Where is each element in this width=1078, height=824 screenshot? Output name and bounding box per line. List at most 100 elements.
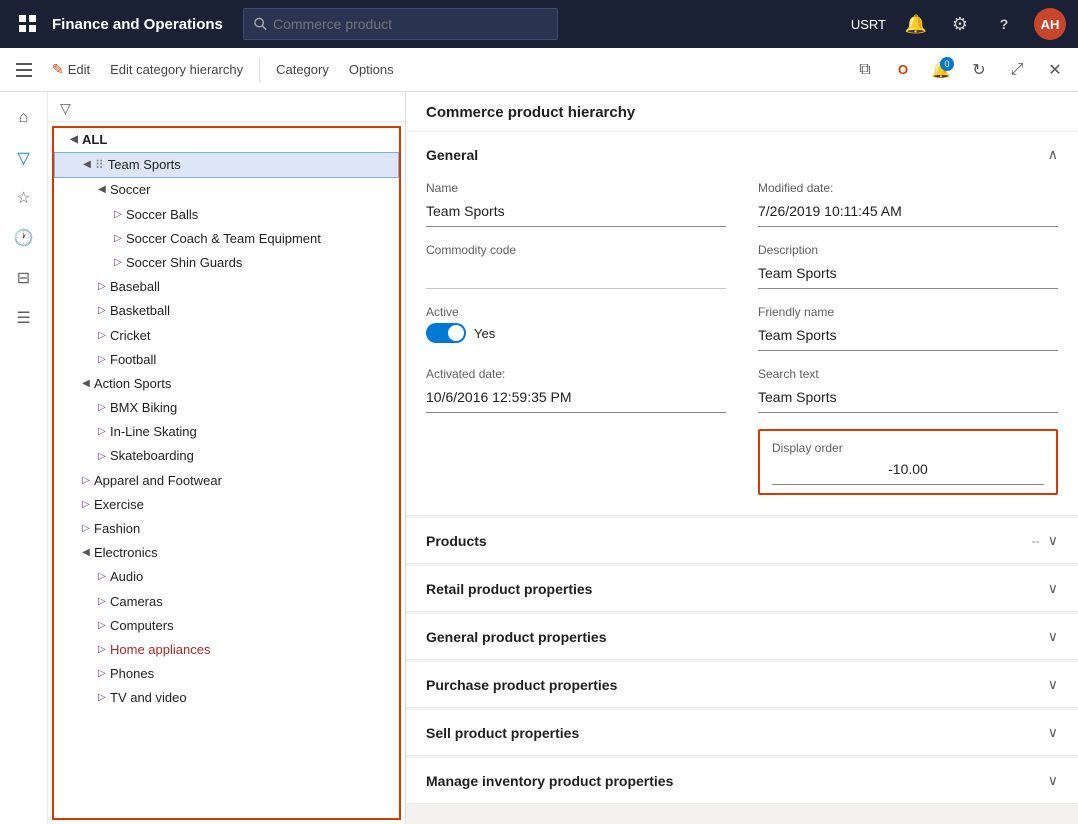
app-grid-icon[interactable] xyxy=(12,8,44,40)
phones-icon[interactable]: ▷ xyxy=(94,666,110,682)
skateboarding-icon[interactable]: ▷ xyxy=(94,449,110,465)
exercise-icon[interactable]: ▷ xyxy=(78,497,94,513)
tree-item-cricket[interactable]: ▷ Cricket xyxy=(54,324,399,348)
soccer-collapse-icon[interactable]: ◀ xyxy=(94,182,110,198)
all-collapse-icon[interactable]: ◀ xyxy=(66,132,82,148)
activated-date-field: Activated date: 10/6/2016 12:59:35 PM xyxy=(426,367,726,413)
retail-accordion-header[interactable]: Retail product properties ∨ xyxy=(406,566,1078,611)
friendly-name-field: Friendly name Team Sports xyxy=(758,305,1058,351)
sidebar-star-icon[interactable]: ☆ xyxy=(6,180,42,216)
general-accordion-header[interactable]: General ∧ xyxy=(406,132,1078,177)
tree-item-soccer-coach[interactable]: ▷ Soccer Coach & Team Equipment xyxy=(54,227,399,251)
tree-filter-icon[interactable]: ▽ xyxy=(60,100,71,117)
close-icon[interactable]: ✕ xyxy=(1040,55,1070,85)
office-icon[interactable]: O xyxy=(888,55,918,85)
tree-item-baseball[interactable]: ▷ Baseball xyxy=(54,275,399,299)
notification-icon[interactable]: 🔔 0 xyxy=(926,55,956,85)
sidebar-filter-icon[interactable]: ▽ xyxy=(6,140,42,176)
tree-item-audio[interactable]: ▷ Audio xyxy=(54,565,399,589)
sidebar-list-icon[interactable]: ☰ xyxy=(6,300,42,336)
action-sports-collapse-icon[interactable]: ◀ xyxy=(78,376,94,392)
refresh-icon[interactable]: ↻ xyxy=(964,55,994,85)
purchase-section-title: Purchase product properties xyxy=(426,677,1048,693)
tree-item-phones[interactable]: ▷ Phones xyxy=(54,662,399,686)
detail-panel: Commerce product hierarchy General ∧ Nam… xyxy=(406,92,1078,824)
bell-icon[interactable]: 🔔 xyxy=(902,10,930,38)
tv-video-icon[interactable]: ▷ xyxy=(94,690,110,706)
friendly-name-value[interactable]: Team Sports xyxy=(758,323,1058,351)
description-field: Description Team Sports xyxy=(758,243,1058,289)
cameras-icon[interactable]: ▷ xyxy=(94,594,110,610)
apparel-icon[interactable]: ▷ xyxy=(78,473,94,489)
search-text-value[interactable]: Team Sports xyxy=(758,385,1058,413)
search-input[interactable] xyxy=(273,16,547,32)
edit-hierarchy-button[interactable]: Edit category hierarchy xyxy=(102,58,251,81)
tree-item-cameras[interactable]: ▷ Cameras xyxy=(54,590,399,614)
tree-item-soccer-shin[interactable]: ▷ Soccer Shin Guards xyxy=(54,251,399,275)
edit-button[interactable]: ✎ Edit xyxy=(44,57,98,82)
football-icon[interactable]: ▷ xyxy=(94,352,110,368)
tree-item-tv-video[interactable]: ▷ TV and video xyxy=(54,686,399,710)
baseball-icon[interactable]: ▷ xyxy=(94,279,110,295)
soccer-coach-icon[interactable]: ▷ xyxy=(110,231,126,247)
tree-item-fashion[interactable]: ▷ Fashion xyxy=(54,517,399,541)
options-button[interactable]: Options xyxy=(341,58,402,81)
maximize-icon[interactable]: ⤢ xyxy=(1002,55,1032,85)
tree-item-team-sports[interactable]: ◀ ⠿ Team Sports xyxy=(54,152,399,178)
fashion-icon[interactable]: ▷ xyxy=(78,521,94,537)
soccer-balls-icon[interactable]: ▷ xyxy=(110,207,126,223)
avatar[interactable]: AH xyxy=(1034,8,1066,40)
general-props-chevron-icon: ∨ xyxy=(1048,628,1058,645)
tree-item-skateboarding[interactable]: ▷ Skateboarding xyxy=(54,444,399,468)
sidebar-icons: ⌂ ▽ ☆ 🕐 ⊟ ☰ xyxy=(0,92,48,824)
soccer-shin-icon[interactable]: ▷ xyxy=(110,255,126,271)
team-sports-collapse-icon[interactable]: ◀ xyxy=(79,157,95,173)
tree-item-electronics[interactable]: ◀ Electronics xyxy=(54,541,399,565)
bmx-icon[interactable]: ▷ xyxy=(94,400,110,416)
description-label: Description xyxy=(758,243,1058,257)
sell-accordion-header[interactable]: Sell product properties ∨ xyxy=(406,710,1078,755)
commodity-code-value[interactable] xyxy=(426,261,726,289)
tree-item-inline[interactable]: ▷ In-Line Skating xyxy=(54,420,399,444)
sidebar-grid-icon[interactable]: ⊟ xyxy=(6,260,42,296)
tree-item-exercise[interactable]: ▷ Exercise xyxy=(54,493,399,517)
name-value[interactable]: Team Sports xyxy=(426,199,726,227)
modified-date-field: Modified date: 7/26/2019 10:11:45 AM xyxy=(758,181,1058,227)
tree-item-all[interactable]: ◀ ALL xyxy=(54,128,399,152)
tree-item-computers[interactable]: ▷ Computers xyxy=(54,614,399,638)
puzzle-icon[interactable]: ⧉ xyxy=(850,55,880,85)
tree-item-soccer[interactable]: ◀ Soccer xyxy=(54,178,399,202)
purchase-accordion-header[interactable]: Purchase product properties ∨ xyxy=(406,662,1078,707)
tree-item-basketball[interactable]: ▷ Basketball xyxy=(54,299,399,323)
tree-item-action-sports[interactable]: ◀ Action Sports xyxy=(54,372,399,396)
general-props-accordion-header[interactable]: General product properties ∨ xyxy=(406,614,1078,659)
active-toggle[interactable] xyxy=(426,323,466,343)
hamburger-icon[interactable] xyxy=(8,54,40,86)
tree-item-home-appliances[interactable]: ▷ Home appliances xyxy=(54,638,399,662)
cricket-icon[interactable]: ▷ xyxy=(94,328,110,344)
display-order-value[interactable]: -10.00 xyxy=(772,457,1044,485)
display-order-field: Display order -10.00 xyxy=(758,429,1058,495)
gear-icon[interactable]: ⚙ xyxy=(946,10,974,38)
user-text: USRT xyxy=(851,17,886,32)
tree-item-soccer-balls[interactable]: ▷ Soccer Balls xyxy=(54,203,399,227)
products-accordion-header[interactable]: Products -- ∨ xyxy=(406,518,1078,563)
tree-item-apparel[interactable]: ▷ Apparel and Footwear xyxy=(54,469,399,493)
display-order-box[interactable]: Display order -10.00 xyxy=(758,429,1058,495)
name-label: Name xyxy=(426,181,726,195)
tree-item-bmx[interactable]: ▷ BMX Biking xyxy=(54,396,399,420)
inline-icon[interactable]: ▷ xyxy=(94,424,110,440)
help-icon[interactable]: ? xyxy=(990,10,1018,38)
sidebar-recent-icon[interactable]: 🕐 xyxy=(6,220,42,256)
audio-icon[interactable]: ▷ xyxy=(94,569,110,585)
computers-icon[interactable]: ▷ xyxy=(94,618,110,634)
electronics-collapse-icon[interactable]: ◀ xyxy=(78,545,94,561)
basketball-icon[interactable]: ▷ xyxy=(94,303,110,319)
manage-inventory-accordion-header[interactable]: Manage inventory product properties ∨ xyxy=(406,758,1078,803)
sidebar-home-icon[interactable]: ⌂ xyxy=(6,100,42,136)
search-bar[interactable] xyxy=(243,8,558,40)
category-button[interactable]: Category xyxy=(268,58,337,81)
tree-item-football[interactable]: ▷ Football xyxy=(54,348,399,372)
home-appliances-icon[interactable]: ▷ xyxy=(94,642,110,658)
description-value[interactable]: Team Sports xyxy=(758,261,1058,289)
